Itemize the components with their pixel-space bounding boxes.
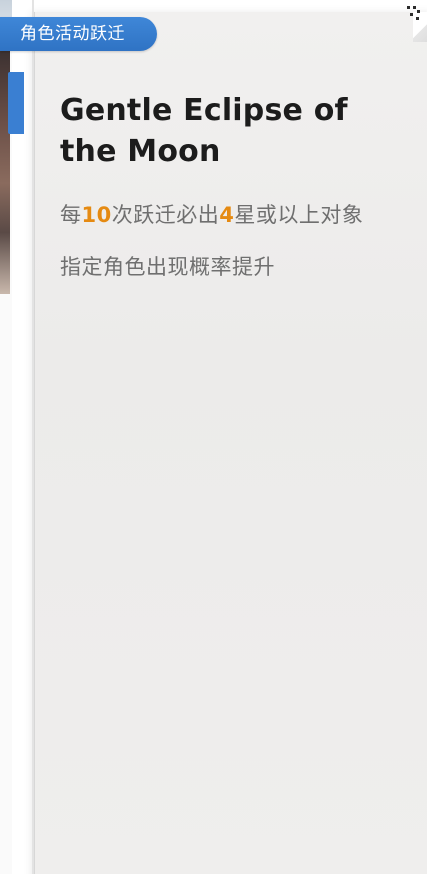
banner-side-tab[interactable] xyxy=(8,72,24,134)
close-icon[interactable] xyxy=(405,4,421,22)
panel-divider xyxy=(32,0,34,874)
banner-title: Gentle Eclipse of the Moon xyxy=(60,93,348,169)
warp-banner-screen: 角色活动跃迁 Gentle Eclipse of the Moon 每10次跃迁… xyxy=(0,0,427,874)
event-warp-badge: 角色活动跃迁 xyxy=(0,17,157,51)
guarantee-rule-text: 每10次跃迁必出4星或以上对象 xyxy=(60,199,363,229)
rule-suffix: 星或以上对象 xyxy=(234,203,364,227)
rule-prefix: 每 xyxy=(60,203,82,227)
event-warp-label: 角色活动跃迁 xyxy=(20,24,125,44)
warp-count-highlight: 10 xyxy=(81,203,112,227)
rate-up-text: 指定角色出现概率提升 xyxy=(60,255,275,279)
rule-middle: 次跃迁必出 xyxy=(111,203,220,227)
star-rarity-highlight: 4 xyxy=(219,203,235,227)
